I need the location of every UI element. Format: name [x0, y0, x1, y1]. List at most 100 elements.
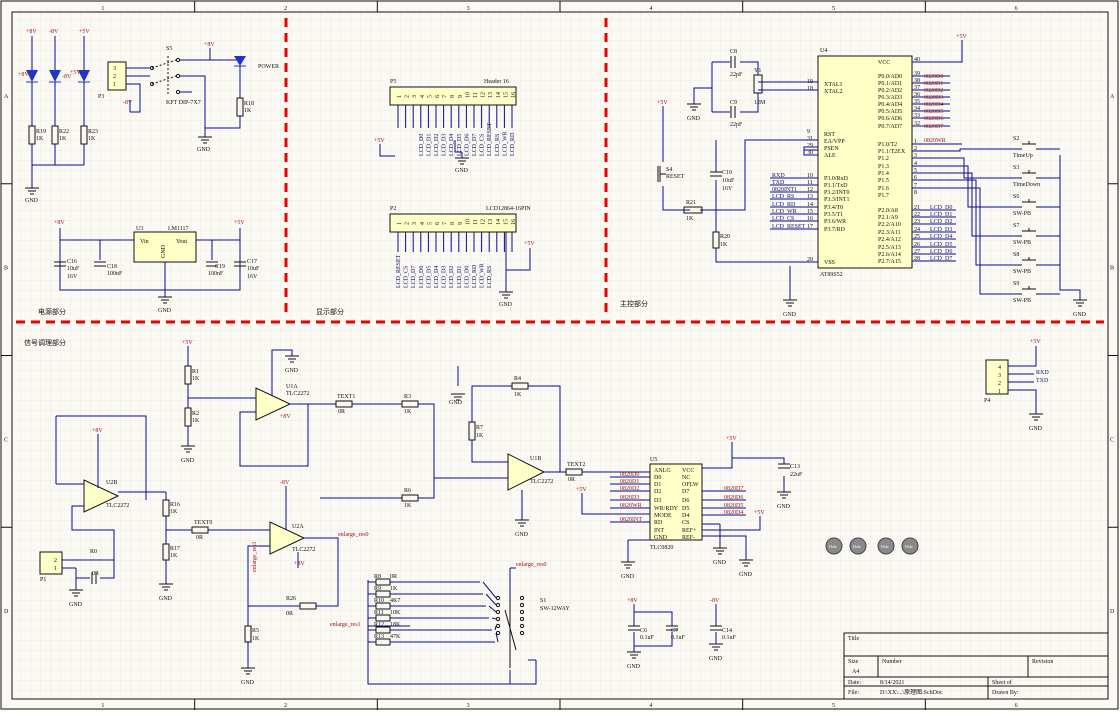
- mount-hole-label: Hole: [853, 544, 861, 549]
- designator: P5: [390, 79, 396, 85]
- svg-text:1: 1: [113, 82, 116, 88]
- designator: R20: [720, 234, 730, 240]
- pin-number: 15: [503, 92, 509, 98]
- net-label: RXD: [772, 173, 785, 179]
- designator: U3: [136, 226, 143, 232]
- pin-number: 11: [473, 219, 479, 225]
- rail-label: +8V: [627, 598, 638, 604]
- pin-number: 8: [450, 95, 456, 98]
- pin-name: GND: [161, 244, 167, 258]
- net-label: LCD_D5: [426, 266, 432, 288]
- value: LCD12864-16PIN: [486, 206, 531, 212]
- designator: TEXT1: [337, 394, 355, 400]
- designator: C6: [640, 628, 647, 634]
- pin-number: 3: [412, 95, 418, 98]
- value: 4K7: [390, 598, 400, 604]
- pin-number: 13: [488, 219, 494, 225]
- net-label: LCD_D7: [472, 134, 478, 156]
- pin-number: 4: [420, 222, 426, 225]
- pin-name: P3.7/RD: [824, 227, 846, 233]
- value: 1K: [514, 392, 522, 398]
- designator: R11: [374, 610, 384, 616]
- pin-name: P3.1/TxD: [824, 183, 848, 189]
- designator: C7: [671, 628, 678, 634]
- designator: S4: [666, 167, 672, 173]
- led-label: POWER: [258, 64, 279, 70]
- pin-number: 10: [465, 92, 471, 98]
- pin-name: D5: [682, 506, 689, 512]
- pin-name: P3.0/RxD: [824, 176, 849, 182]
- pin-name: P0.1/AD1: [878, 81, 902, 87]
- value: 1K: [252, 636, 260, 642]
- net-label: LCD_CS: [480, 134, 486, 156]
- pin-name: D3: [654, 498, 661, 504]
- net-label: 0820D6: [724, 495, 743, 501]
- pin-name: D1: [654, 482, 661, 488]
- pin-name: P1.7: [878, 193, 889, 199]
- gnd-label: GND: [197, 147, 211, 153]
- designator: S8: [1013, 252, 1019, 258]
- row-marker: D: [1110, 609, 1115, 615]
- column-marker: 3: [467, 703, 470, 709]
- designator: R10: [374, 598, 384, 604]
- rail-label: +5V: [234, 220, 245, 226]
- gnd-label: GND: [687, 116, 701, 122]
- value: TLC2272: [292, 547, 315, 553]
- pin-name: D6: [682, 498, 689, 504]
- rail-label: +5V: [374, 138, 385, 144]
- svg-text:2: 2: [113, 74, 116, 80]
- value: 1K: [170, 509, 178, 515]
- pin-name: Vout: [176, 239, 188, 245]
- value: 0R: [338, 409, 345, 415]
- net-label: LCD_D4: [449, 134, 455, 156]
- designator: C13: [790, 464, 800, 470]
- row-marker: A: [4, 94, 9, 100]
- pin-number: 7: [443, 95, 449, 98]
- section-display-label: 显示部分: [316, 307, 344, 316]
- designator: R7: [476, 425, 483, 431]
- net-label: 0820D6: [924, 116, 943, 122]
- value: 10K: [390, 610, 401, 616]
- pin-number: 1: [397, 95, 403, 98]
- rail-label: +5V: [182, 340, 193, 346]
- pin-name: XTAL2: [824, 89, 843, 95]
- column-marker: 1: [101, 703, 104, 709]
- rail-label: +5V: [1030, 339, 1041, 345]
- value: Header 16: [484, 79, 509, 85]
- designator: TEXT0: [194, 520, 212, 526]
- net-label: LCD_D6: [930, 249, 952, 255]
- gnd-label: GND: [621, 574, 635, 580]
- designator: C18: [107, 264, 117, 270]
- pin-number: 15: [503, 219, 509, 225]
- gnd-label: GND: [713, 560, 727, 566]
- net-label: 0820WR: [620, 503, 642, 509]
- designator: C14: [722, 628, 732, 634]
- value: 47K: [390, 634, 401, 640]
- row-marker: D: [4, 609, 9, 615]
- svg-text:2: 2: [998, 381, 1001, 387]
- designator: U2A: [292, 524, 304, 530]
- gnd-label: GND: [285, 368, 299, 374]
- value: 16V: [722, 186, 733, 192]
- gnd-label: GND: [627, 664, 641, 670]
- designator: S1: [540, 598, 546, 604]
- gnd-label: GND: [1073, 312, 1087, 318]
- designator: R1: [192, 369, 199, 375]
- pin-name: P1.5: [878, 178, 889, 184]
- net-label: LCD_D4: [434, 266, 440, 288]
- gnd-label: GND: [739, 572, 753, 578]
- designator: U1B: [530, 456, 541, 462]
- pin-name: P3.2/INT0: [824, 190, 850, 196]
- net-label: 0820INT1: [772, 187, 797, 193]
- net-label: 0820D2: [924, 88, 943, 94]
- pin-name: PSEN: [824, 146, 839, 152]
- net-label: LCD_D2: [930, 219, 952, 225]
- pin-number: 14: [496, 92, 502, 98]
- designator: R22: [59, 129, 69, 135]
- pin-name: WR/RDY: [654, 506, 679, 512]
- rail-label: -8V: [280, 480, 290, 486]
- pin-number: 16: [511, 92, 517, 98]
- pin-number: 2: [405, 95, 411, 98]
- net-label: LCD_RS: [772, 194, 794, 200]
- designator: S2: [1013, 136, 1019, 142]
